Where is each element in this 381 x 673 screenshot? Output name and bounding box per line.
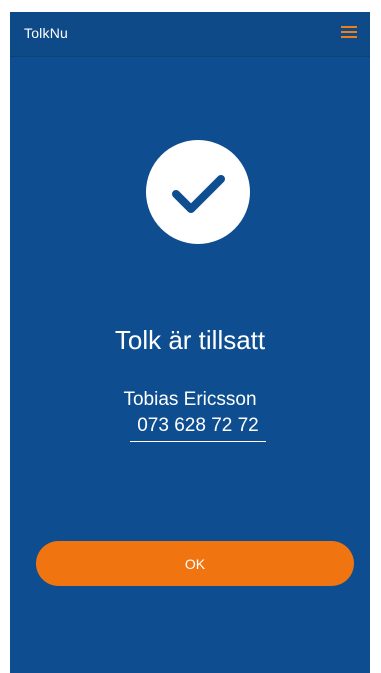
interpreter-phone-link[interactable]: 073 628 72 72 — [130, 415, 266, 442]
hamburger-menu-icon[interactable] — [340, 26, 358, 40]
success-badge — [146, 140, 250, 244]
app-bar: TolkNu — [10, 12, 370, 57]
status-title: Tolk är tillsatt — [114, 325, 266, 355]
interpreter-name: Tobias Ericsson — [123, 389, 257, 410]
checkmark-icon — [172, 175, 225, 213]
app-screen: TolkNu Tolk är tillsatt Tobias Ericsson … — [10, 12, 370, 673]
ok-button[interactable]: OK — [36, 541, 354, 586]
app-title: TolkNu — [24, 25, 68, 41]
